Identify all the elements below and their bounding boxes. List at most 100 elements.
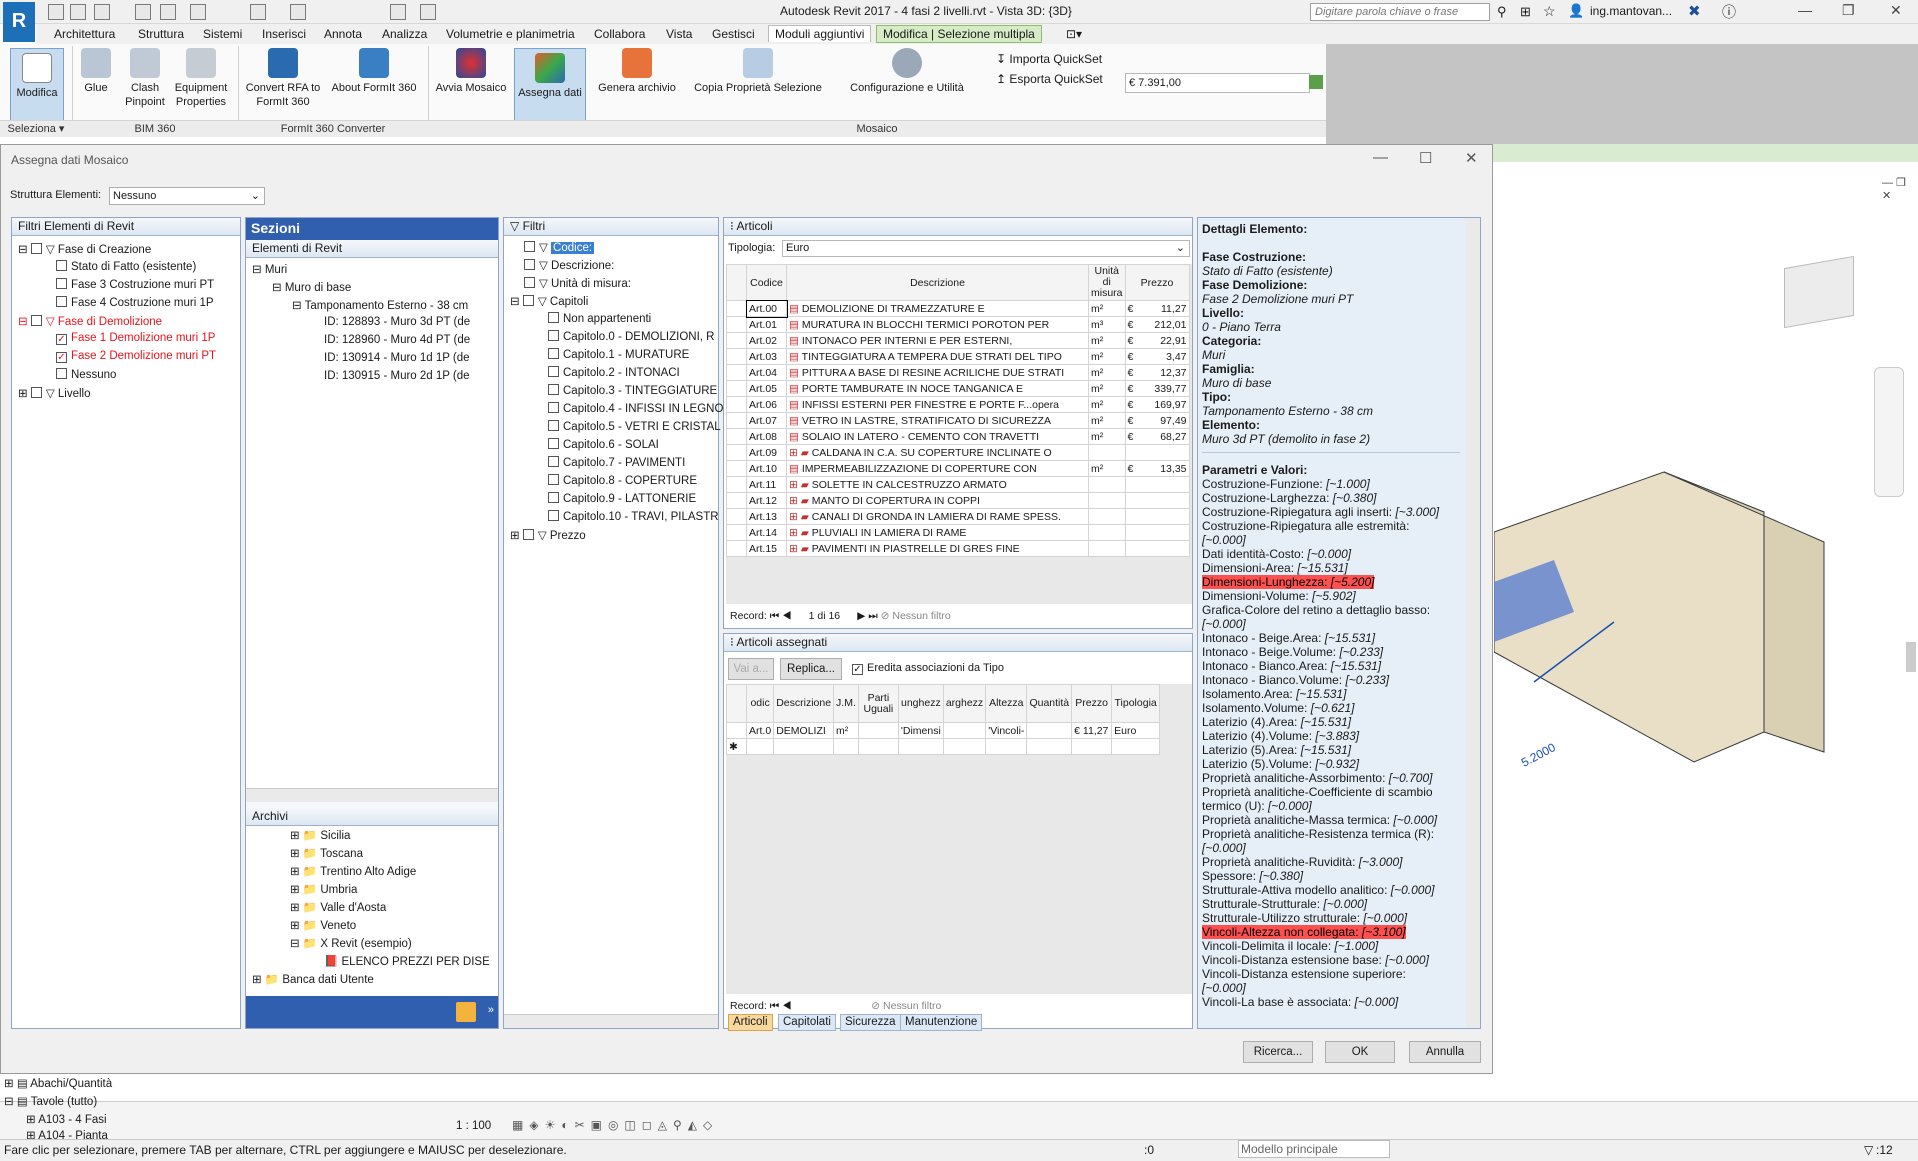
filter-icon[interactable]: ▽ [1864,1140,1873,1160]
esporta-quickset-button[interactable]: ↥ Esporta QuickSet [996,72,1103,86]
row-selector[interactable] [726,476,747,493]
dialog-maximize-icon[interactable]: ☐ [1419,149,1432,167]
no-filter-indicator[interactable]: ⊘ Nessun filtro [881,610,951,622]
cell-price[interactable]: €13,35 [1124,460,1190,477]
assegnati-cell[interactable]: Euro [1111,722,1161,739]
subscription-icon[interactable]: ⊞ [1520,4,1531,20]
cell-price[interactable]: €169,97 [1124,396,1190,413]
revit-logo[interactable]: R [3,2,35,42]
table-row[interactable]: Art.05 ▤ PORTE TAMBURATE IN NOCE TANGANIC… [726,380,1190,397]
cell-unit[interactable]: m³ [1088,316,1126,333]
cell-code[interactable]: Art.09 [746,444,787,461]
row-selector[interactable] [726,396,747,413]
tab-architettura[interactable]: Architettura [54,27,115,41]
assegnati-cell[interactable]: 'Vincoli- [985,722,1028,739]
tree-element-130914[interactable]: ID: 130914 - Muro 1d 1P (de [324,352,470,364]
tree-fase-3[interactable]: Fase 3 Costruzione muri PT [56,278,214,291]
tree-livello[interactable]: ⊞ ▽ Livello [18,386,91,400]
tree-stato-di-fatto[interactable]: Stato di Fatto (esistente) [56,260,196,273]
table-row[interactable]: Art.10 ▤ IMPERMEABILIZZAZIONE DI COPERTUR… [726,460,1190,477]
cell-descrizione[interactable]: ▤ PITTURA A BASE DI RESINE ACRILICHE DUE… [786,364,1089,381]
sync-icon[interactable] [94,4,110,20]
cell-unit[interactable]: m² [1088,348,1126,365]
browser-a103[interactable]: ⊞ A103 - 4 Fasi [26,1112,107,1126]
measure-icon[interactable] [250,4,266,20]
assegnati-cell[interactable] [857,722,899,739]
col-descrizione[interactable]: Descrizione [786,264,1089,301]
equipment-properties-button[interactable]: Equipment Properties [170,48,232,109]
cell-unit[interactable]: m² [1088,364,1126,381]
col-prezzo[interactable]: Prezzo [1124,264,1190,301]
assegnati-col[interactable]: Quantità [1026,684,1073,723]
cell-unit[interactable] [1088,540,1126,557]
cell-code[interactable]: Art.14 [746,524,787,541]
table-row[interactable]: Art.04 ▤ PITTURA A BASE DI RESINE ACRILIC… [726,364,1190,381]
cell-descrizione[interactable]: ⊞ ▰ PAVIMENTI IN PIASTRELLE DI GRES FINE [786,540,1089,557]
cell-descrizione[interactable]: ▤ SOLAIO IN LATERO - CEMENTO CON TRAVETT… [786,428,1089,445]
filter-capitolo-6[interactable]: Capitolo.6 - SOLAI [548,438,659,451]
dialog-minimize-icon[interactable]: — [1373,149,1388,166]
cell-unit[interactable]: m² [1088,460,1126,477]
browser-tavole[interactable]: ⊟ ▤ Tavole (tutto) [4,1094,97,1108]
cell-code[interactable]: Art.06 [746,396,787,413]
table-row[interactable]: Art.12 ⊞ ▰ MANTO DI COPERTURA IN COPPI [726,492,1190,509]
clash-pinpoint-button[interactable]: Clash Pinpoint [120,48,170,109]
cell-unit[interactable]: m² [1088,396,1126,413]
filter-capitolo-3[interactable]: Capitolo.3 - TINTEGGIATURE [548,384,717,397]
tab-manutenzione[interactable]: Manutenzione [900,1014,983,1031]
tree-fase-demolizione[interactable]: ⊟ ▽ Fase di Demolizione [18,314,162,328]
cell-price[interactable]: €3,47 [1124,348,1190,365]
tab-analizza[interactable]: Analizza [382,27,427,41]
cell-price[interactable]: €68,27 [1124,428,1190,445]
cell-code[interactable]: Art.10 [746,460,787,477]
filter-capitolo-7[interactable]: Capitolo.7 - PAVIMENTI [548,456,685,469]
table-row[interactable]: Art.02 ▤ INTONACO PER INTERNI E PER ESTER… [726,332,1190,349]
archivio-veneto[interactable]: ⊞ 📁 Veneto [290,918,356,932]
open-icon[interactable] [48,4,64,20]
tab-collabora[interactable]: Collabora [594,27,645,41]
cell-unit[interactable] [1088,492,1126,509]
binoculars-icon[interactable]: ⚲ [1497,4,1507,20]
cell-unit[interactable]: m² [1088,428,1126,445]
replica-button[interactable]: Replica... [780,658,842,680]
archivio-elenco-prezzi[interactable]: 📕 ELENCO PREZZI PER DISE [324,954,490,968]
table-row[interactable]: Art.00 ▤ DEMOLIZIONE DI TRAMEZZATURE Em² €… [726,299,1190,318]
filter-unita[interactable]: ▽ Unità di misura: [524,276,631,290]
about-formit-button[interactable]: About FormIt 360 [328,48,420,95]
tab-moduli-aggiuntivi[interactable]: Moduli aggiuntivi [768,25,872,42]
cell-descrizione[interactable]: ⊞ ▰ CALDANA IN C.A. SU COPERTURE INCLINA… [786,444,1089,461]
browser-abachi[interactable]: ⊞ ▤ Abachi/Quantità [4,1076,112,1090]
search-input[interactable]: Digitare parola chiave o frase [1310,3,1490,21]
row-selector[interactable] [726,316,747,333]
restore-icon[interactable]: ❐ [1842,2,1855,19]
cell-price[interactable] [1124,524,1190,541]
ok-button[interactable]: OK [1325,1041,1395,1063]
tree-element-128960[interactable]: ID: 128960 - Muro 4d PT (de [324,334,470,346]
row-selector[interactable] [726,540,747,557]
glue-button[interactable]: Glue [78,48,114,95]
cell-price[interactable]: €97,49 [1124,412,1190,429]
tab-modifica-selezione[interactable]: Modifica | Selezione multipla [876,25,1042,43]
cell-code[interactable]: Art.15 [746,540,787,557]
cell-descrizione[interactable]: ▤ DEMOLIZIONE DI TRAMEZZATURE E [786,300,1089,317]
archivio-valle-aosta[interactable]: ⊞ 📁 Valle d'Aosta [290,900,386,914]
tab-capitolati[interactable]: Capitolati [778,1014,836,1031]
ricerca-button[interactable]: Ricerca... [1243,1041,1313,1063]
3d-view[interactable]: — ❐ ✕ 5.2000 [1494,162,1918,1100]
cell-price[interactable]: €12,37 [1124,364,1190,381]
table-row[interactable]: Art.01 ▤ MURATURA IN BLOCCHI TERMICI PORO… [726,316,1190,333]
tree-muri[interactable]: ⊟ Muri [252,262,287,276]
cell-code[interactable]: Art.05 [746,380,787,397]
last-record-icon[interactable]: ⏭ [868,610,877,622]
cell-price[interactable] [1124,492,1190,509]
cell-descrizione[interactable]: ▤ IMPERMEABILIZZAZIONE DI COPERTURE CON [786,460,1089,477]
view-scale[interactable]: 1 : 100 [456,1120,491,1132]
row-selector[interactable] [726,380,747,397]
dialog-close-icon[interactable]: ✕ [1465,149,1478,167]
filter-capitolo-2[interactable]: Capitolo.2 - INTONACI [548,366,680,379]
thin-lines-icon[interactable] [390,4,406,20]
archivio-banca-dati[interactable]: ⊞ 📁 Banca dati Utente [252,972,374,986]
cell-unit[interactable] [1088,476,1126,493]
table-row[interactable]: Art.11 ⊞ ▰ SOLETTE IN CALCESTRUZZO ARMATO [726,476,1190,493]
assegnati-col[interactable]: Descrizione [773,684,835,723]
